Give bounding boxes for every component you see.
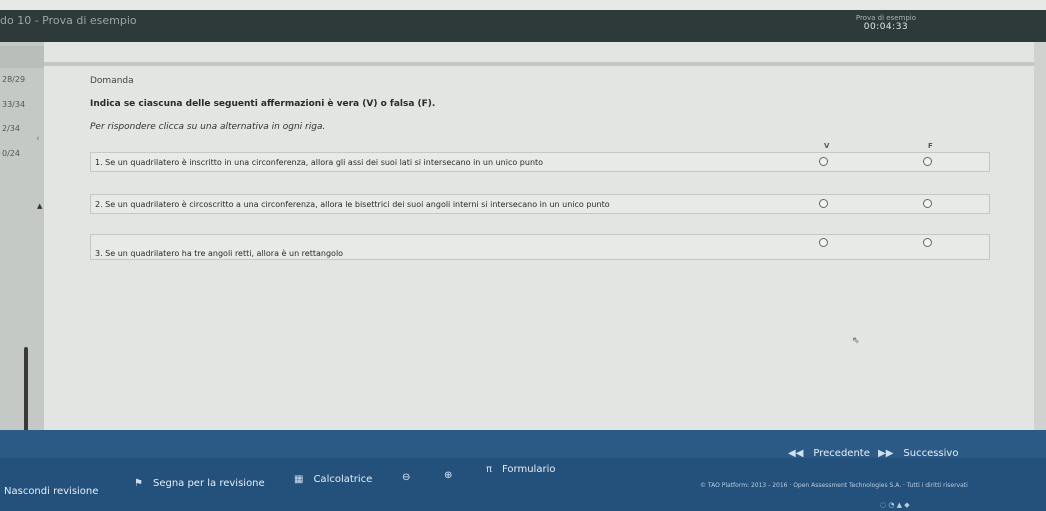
statement-text: 2. Se un quadrilatero è circoscritto a u…	[95, 200, 610, 209]
test-header: do 10 - Prova di esempio Prova di esempi…	[0, 10, 1046, 42]
radio-true[interactable]	[819, 157, 828, 166]
column-header-false: F	[928, 142, 933, 150]
radio-false[interactable]	[923, 238, 932, 247]
review-panel: 28/29 33/34 2/34 0/24 ‹ ▲ ▼	[0, 42, 44, 450]
statement-text: 1. Se un quadrilatero è inscritto in una…	[95, 158, 544, 167]
footer-copyright: © TAO Platform: 2013 - 2016 · Open Asses…	[700, 482, 968, 489]
previous-button[interactable]: ◀◀ Precedente	[788, 448, 870, 459]
radio-true[interactable]	[819, 238, 828, 247]
test-title: do 10 - Prova di esempio	[0, 14, 137, 27]
zoom-out-button[interactable]: ⊖	[402, 472, 410, 483]
mouse-cursor-icon: ⇖	[852, 336, 860, 346]
next-label: Successivo	[903, 448, 959, 459]
section-count[interactable]: 28/29	[2, 75, 25, 84]
calculator-button[interactable]: ▦ Calcolatrice	[294, 474, 372, 485]
section-count[interactable]: 33/34	[2, 100, 25, 109]
zoom-in-button[interactable]: ⊕	[444, 470, 452, 481]
question-separator	[44, 62, 1034, 66]
formulary-button[interactable]: π Formulario	[486, 464, 555, 475]
formulary-label: Formulario	[502, 464, 556, 475]
scroll-up-icon[interactable]: ▲	[37, 202, 42, 210]
top-edge-strip	[0, 0, 1046, 10]
previous-label: Precedente	[813, 448, 870, 459]
calculator-icon: ▦	[294, 474, 304, 485]
statement-row: 3. Se un quadrilatero ha tre angoli rett…	[90, 234, 990, 260]
mark-for-review-label: Segna per la revisione	[152, 478, 265, 489]
timer: 00:04:33	[863, 22, 909, 32]
mark-for-review-button[interactable]: ⚑ Segna per la revisione	[134, 478, 265, 489]
question-instruction: Per rispondere clicca su una alternativa…	[90, 122, 326, 132]
section-count[interactable]: 0/24	[2, 149, 20, 158]
flag-icon: ⚑	[134, 478, 143, 489]
radio-false[interactable]	[923, 199, 932, 208]
rewind-icon: ◀◀	[788, 448, 804, 459]
radio-false[interactable]	[923, 157, 932, 166]
bottom-toolbar: ◀◀ Precedente ▶▶ Successivo Nascondi revis…	[0, 430, 1046, 511]
statement-row: 2. Se un quadrilatero è circoscritto a u…	[90, 194, 990, 214]
hide-review-label: Nascondi revisione	[4, 486, 99, 497]
fast-forward-icon: ▶▶	[878, 448, 894, 459]
zoom-out-icon: ⊖	[402, 472, 411, 483]
chevron-left-icon[interactable]: ‹	[36, 134, 40, 144]
radio-true[interactable]	[819, 199, 828, 208]
statement-row: 1. Se un quadrilatero è inscritto in una…	[90, 152, 990, 172]
question-panel: Domanda Indica se ciascuna delle seguent…	[44, 42, 1034, 437]
question-prompt: Indica se ciascuna delle seguenti afferm…	[90, 99, 436, 109]
calculator-label: Calcolatrice	[313, 474, 373, 485]
hide-review-button[interactable]: Nascondi revisione	[4, 486, 98, 497]
question-heading: Domanda	[90, 76, 134, 86]
system-tray-icons: ◌ ◔ ▲ ◆	[880, 501, 910, 509]
column-header-true: V	[824, 142, 830, 150]
next-button[interactable]: ▶▶ Successivo	[878, 448, 958, 459]
statement-text: 3. Se un quadrilatero ha tre angoli rett…	[95, 249, 344, 258]
section-count[interactable]: 2/34	[2, 124, 20, 133]
review-scrollbar[interactable]	[24, 347, 28, 439]
pi-icon: π	[486, 464, 493, 475]
timer-block: Prova di esempio 00:04:33	[856, 14, 916, 32]
review-panel-header	[0, 46, 44, 68]
timer-caption: Prova di esempio	[855, 14, 916, 22]
zoom-in-icon: ⊕	[444, 470, 453, 481]
